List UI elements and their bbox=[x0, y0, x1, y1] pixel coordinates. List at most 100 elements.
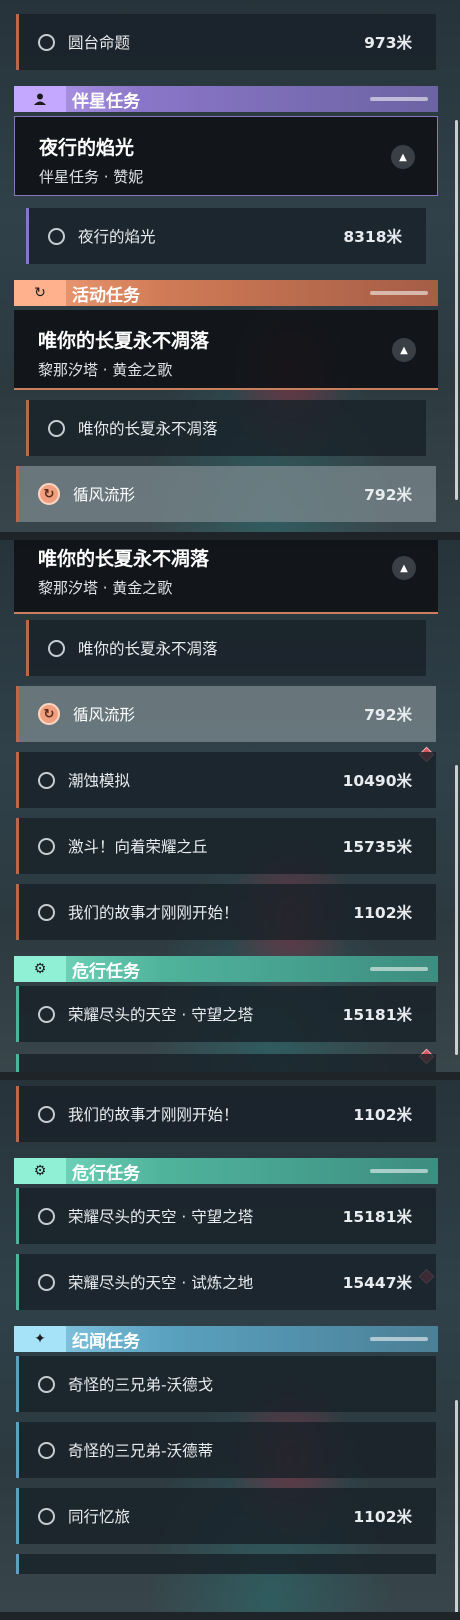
danger-quest-header: ⚙ 危行任务 bbox=[14, 1158, 438, 1184]
quest-distance: 1102米 bbox=[353, 1508, 412, 1526]
quest-name: 循风流形 bbox=[73, 706, 136, 724]
quest-row[interactable]: 圆台命题 973米 bbox=[16, 14, 436, 70]
radio-icon bbox=[38, 1441, 55, 1459]
selected-quest-row[interactable]: ↻ 循风流形 792米 bbox=[16, 466, 436, 522]
radio-icon bbox=[38, 837, 55, 855]
quest-distance: 792米 bbox=[364, 706, 412, 724]
header-decoration bbox=[370, 1169, 428, 1173]
quest-list-panel-3: 我们的故事才刚刚开始！ 1102米 ⚙ 危行任务 荣耀尽头的天空 · 守望之塔 … bbox=[0, 1080, 460, 1620]
cycle-icon: ↻ bbox=[14, 280, 66, 306]
quest-name: 唯你的长夏永不凋落 bbox=[78, 640, 218, 658]
radio-icon bbox=[38, 1005, 55, 1023]
event-quest-header: ↻ 活动任务 bbox=[14, 280, 438, 306]
quest-row[interactable]: 我们的故事才刚刚开始！ 1102米 bbox=[16, 884, 436, 940]
quest-title: 唯你的长夏永不凋落 bbox=[38, 330, 210, 352]
quest-name: 圆台命题 bbox=[68, 34, 131, 52]
quest-name: 荣耀尽头的天空 · 试炼之地 bbox=[68, 1274, 254, 1292]
quest-name: 荣耀尽头的天空 · 守望之塔 bbox=[68, 1006, 254, 1024]
quest-name: 我们的故事才刚刚开始！ bbox=[68, 1106, 239, 1124]
companion-quest-card[interactable]: 夜行的焰光 伴星任务 · 赞妮 ▲ bbox=[14, 116, 438, 196]
radio-icon bbox=[38, 771, 55, 789]
section-title: 伴星任务 bbox=[72, 91, 140, 112]
section-title: 纪闻任务 bbox=[72, 1331, 140, 1352]
header-decoration bbox=[370, 1337, 428, 1341]
section-title: 危行任务 bbox=[72, 1163, 140, 1184]
radio-icon bbox=[48, 639, 65, 657]
radio-icon bbox=[38, 33, 55, 51]
sparkle-icon: ✦ bbox=[14, 1326, 66, 1352]
quest-distance: 10490米 bbox=[342, 772, 412, 790]
quest-name: 循风流形 bbox=[73, 486, 136, 504]
quest-row[interactable]: 荣耀尽头的天空 · 守望之塔 15181米 bbox=[16, 1188, 436, 1244]
quest-title: 唯你的长夏永不凋落 bbox=[38, 548, 210, 570]
companion-quest-header: 伴星任务 bbox=[14, 86, 438, 112]
quest-name: 唯你的长夏永不凋落 bbox=[78, 420, 218, 438]
scrollbar[interactable] bbox=[455, 1400, 458, 1620]
section-title: 危行任务 bbox=[72, 961, 140, 982]
quest-distance: 15735米 bbox=[342, 838, 412, 856]
quest-name: 潮蚀模拟 bbox=[68, 772, 131, 790]
quest-name: 夜行的焰光 bbox=[78, 228, 156, 246]
quest-distance: 1102米 bbox=[353, 1106, 412, 1124]
radio-icon bbox=[38, 1105, 55, 1123]
quest-row[interactable]: 荣耀尽头的天空 · 试炼之地 15447米 bbox=[16, 1254, 436, 1310]
quest-row[interactable]: 奇怪的三兄弟-沃德蒂 bbox=[16, 1422, 436, 1478]
radio-icon bbox=[48, 419, 65, 437]
selected-quest-row[interactable]: ↻ 循风流形 792米 bbox=[16, 686, 436, 742]
quest-title: 夜行的焰光 bbox=[39, 137, 135, 159]
quest-row[interactable]: 潮蚀模拟 10490米 bbox=[16, 752, 436, 808]
quest-list-panel-2: 唯你的长夏永不凋落 黎那汐塔 · 黄金之歌 ▲ 唯你的长夏永不凋落 ↻ 循风流形… bbox=[0, 540, 460, 1080]
quest-name: 激斗！向着荣耀之丘 bbox=[68, 838, 208, 856]
radio-icon bbox=[38, 903, 55, 921]
quest-name: 荣耀尽头的天空 · 守望之塔 bbox=[68, 1208, 254, 1226]
person-icon bbox=[14, 86, 66, 112]
quest-distance: 792米 bbox=[364, 486, 412, 504]
quest-distance: 15181米 bbox=[342, 1208, 412, 1226]
quest-row[interactable]: 激斗！向着荣耀之丘 15735米 bbox=[16, 818, 436, 874]
scrollbar[interactable] bbox=[455, 120, 458, 500]
section-title: 活动任务 bbox=[72, 285, 140, 306]
cycle-icon: ↻ bbox=[38, 703, 60, 725]
quest-distance: 15447米 bbox=[342, 1274, 412, 1292]
header-decoration bbox=[370, 967, 428, 971]
quest-distance: 1102米 bbox=[353, 904, 412, 922]
quest-row[interactable]: 荣耀尽头的天空 · 守望之塔 15181米 bbox=[16, 986, 436, 1042]
quest-name: 我们的故事才刚刚开始！ bbox=[68, 904, 239, 922]
danger-icon: ⚙ bbox=[14, 956, 66, 982]
quest-subtitle: 黎那汐塔 · 黄金之歌 bbox=[38, 361, 173, 379]
quest-row[interactable]: 同行忆旅 1102米 bbox=[16, 1488, 436, 1544]
quest-step-row[interactable]: 唯你的长夏永不凋落 bbox=[26, 400, 426, 456]
danger-icon: ⚙ bbox=[14, 1158, 66, 1184]
radio-icon bbox=[48, 227, 65, 245]
collapse-icon[interactable]: ▲ bbox=[392, 338, 416, 362]
quest-row[interactable]: 奇怪的三兄弟-沃德戈 bbox=[16, 1356, 436, 1412]
event-quest-card[interactable]: 唯你的长夏永不凋落 黎那汐塔 · 黄金之歌 ▲ bbox=[14, 540, 438, 614]
collapse-icon[interactable]: ▲ bbox=[391, 145, 415, 169]
danger-quest-header: ⚙ 危行任务 bbox=[14, 956, 438, 982]
radio-icon bbox=[38, 1273, 55, 1291]
quest-list-panel-1: 圆台命题 973米 伴星任务 夜行的焰光 伴星任务 · 赞妮 ▲ 夜行的焰光 8… bbox=[0, 0, 460, 540]
radio-icon bbox=[38, 1207, 55, 1225]
quest-distance: 973米 bbox=[364, 34, 412, 52]
cycle-icon: ↻ bbox=[38, 483, 60, 505]
quest-subtitle: 伴星任务 · 赞妮 bbox=[39, 168, 144, 186]
radio-icon bbox=[38, 1507, 55, 1525]
quest-distance: 8318米 bbox=[343, 228, 402, 246]
radio-icon bbox=[38, 1375, 55, 1393]
quest-name: 奇怪的三兄弟-沃德蒂 bbox=[68, 1442, 214, 1460]
header-decoration bbox=[370, 291, 428, 295]
quest-step-row[interactable]: 夜行的焰光 8318米 bbox=[26, 208, 426, 264]
quest-subtitle: 黎那汐塔 · 黄金之歌 bbox=[38, 579, 173, 597]
quest-name: 奇怪的三兄弟-沃德戈 bbox=[68, 1376, 214, 1394]
collapse-icon[interactable]: ▲ bbox=[392, 556, 416, 580]
lore-quest-header: ✦ 纪闻任务 bbox=[14, 1326, 438, 1352]
scrollbar[interactable] bbox=[455, 765, 458, 1055]
quest-distance: 15181米 bbox=[342, 1006, 412, 1024]
header-decoration bbox=[370, 97, 428, 101]
quest-name: 同行忆旅 bbox=[68, 1508, 131, 1526]
quest-row-partial[interactable] bbox=[16, 1054, 436, 1072]
event-quest-card[interactable]: 唯你的长夏永不凋落 黎那汐塔 · 黄金之歌 ▲ bbox=[14, 310, 438, 390]
quest-step-row[interactable]: 唯你的长夏永不凋落 bbox=[26, 620, 426, 676]
quest-row[interactable]: 我们的故事才刚刚开始！ 1102米 bbox=[16, 1086, 436, 1142]
quest-row-partial[interactable] bbox=[16, 1554, 436, 1574]
